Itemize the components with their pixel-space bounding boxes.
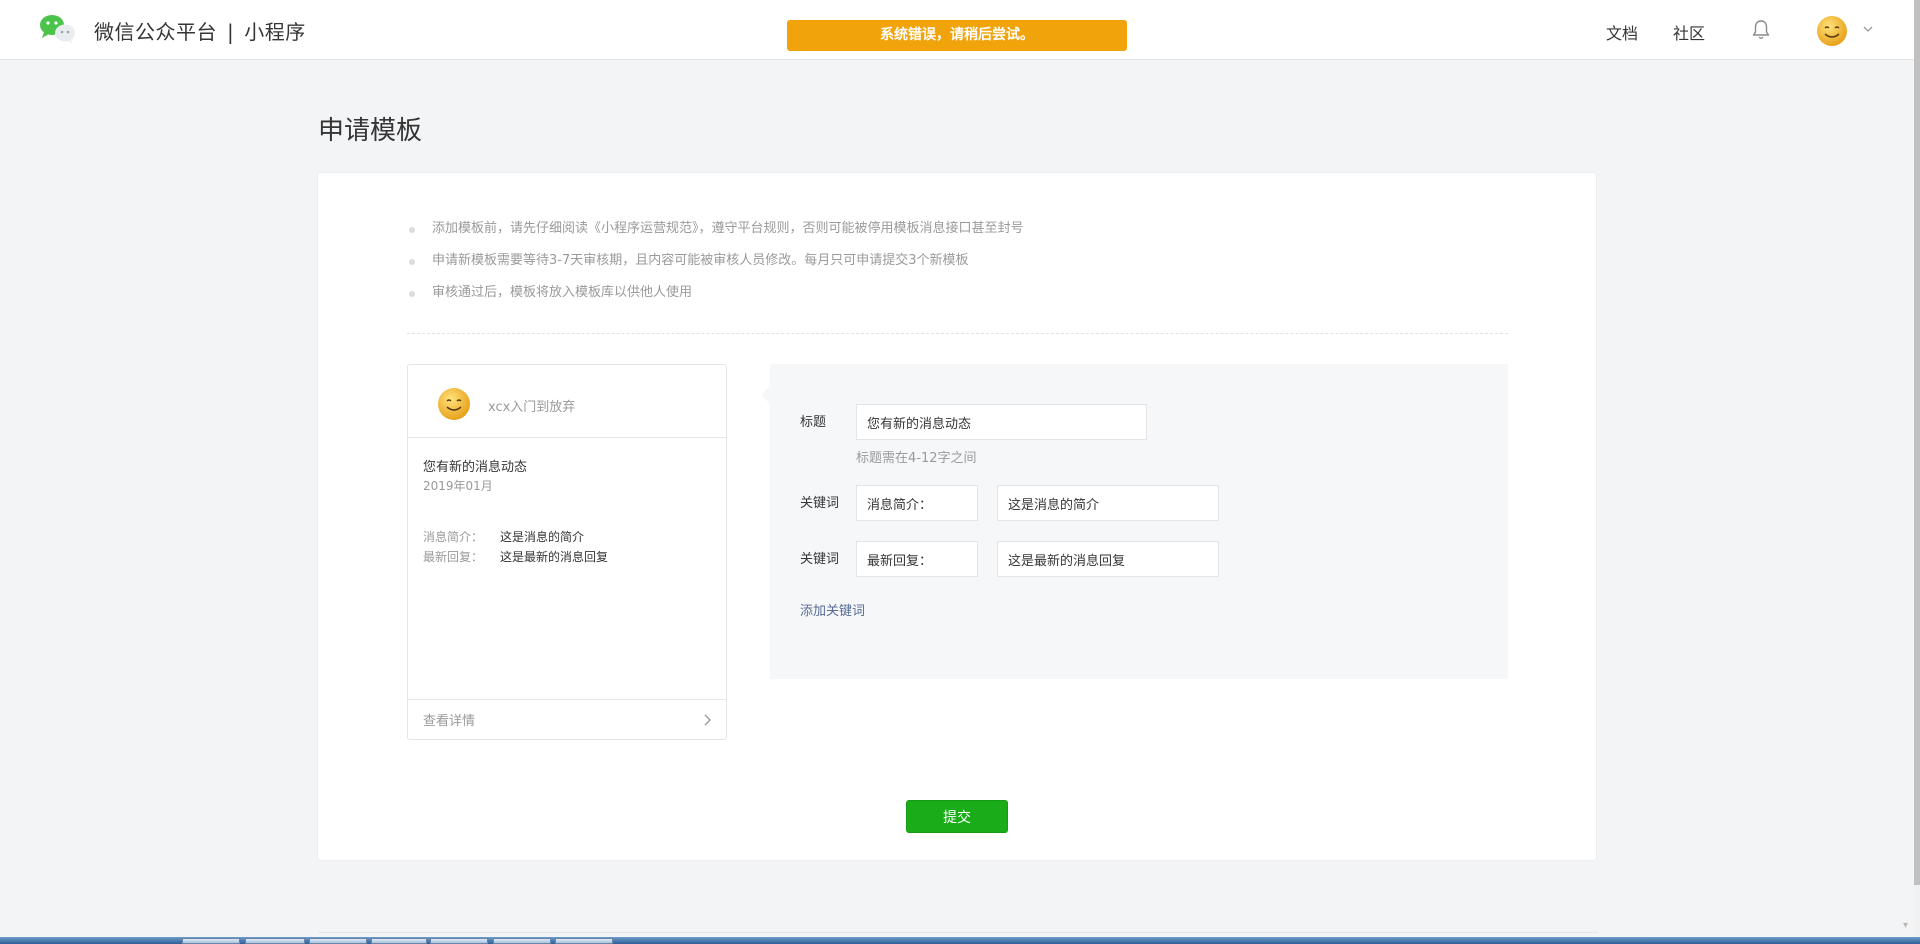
keyword-value-input[interactable] [997, 485, 1219, 521]
brand-title[interactable]: 微信公众平台 | 小程序 [94, 16, 306, 45]
preview-field-row: 消息简介： 这是消息的简介 [423, 528, 584, 545]
view-details-label: 查看详情 [423, 714, 476, 729]
top-header: 微信公众平台 | 小程序 系统错误，请稍后尝试。 文档 社区 [0, 0, 1914, 60]
title-label: 标题 [800, 415, 827, 430]
preview-field-value: 这是最新的消息回复 [500, 550, 609, 564]
keyword-value-input[interactable] [997, 541, 1219, 577]
keyword-label: 关键词 [800, 552, 840, 567]
panel-pointer [761, 386, 770, 404]
title-hint: 标题需在4-12字之间 [856, 451, 977, 466]
submit-button[interactable]: 提交 [906, 800, 1008, 833]
scroll-down-arrow-icon[interactable]: ▾ [1903, 920, 1913, 932]
add-keyword-link[interactable]: 添加关键词 [800, 600, 865, 619]
taskbar-button[interactable] [245, 938, 305, 944]
taskbar-button[interactable] [371, 938, 427, 944]
keyword-label: 关键词 [800, 496, 840, 511]
view-details-link[interactable]: 查看详情 [408, 699, 726, 739]
message-preview-card: xcx入门到放弃 您有新的消息动态 2019年01月 消息简介： 这是消息的简介 … [407, 364, 727, 740]
brand-separator: | [227, 20, 235, 44]
preview-header: xcx入门到放弃 [408, 365, 726, 438]
taskbar-button[interactable] [493, 938, 551, 944]
tip-item: 审核通过后，模板将放入模板库以供他人使用 [408, 283, 1024, 315]
page-scrollbar-thumb[interactable] [1914, 0, 1920, 885]
nav-community-link[interactable]: 社区 [1673, 20, 1705, 44]
footer-divider [318, 932, 1598, 933]
user-avatar-icon[interactable] [1816, 15, 1848, 47]
keyword-name-input[interactable] [856, 541, 978, 577]
taskbar-button[interactable] [555, 938, 613, 944]
chevron-down-icon[interactable] [1861, 22, 1875, 36]
template-application-card: 添加模板前，请先仔细阅读《小程序运营规范》，遵守平台规则，否则可能被停用模板消息… [317, 172, 1597, 861]
taskbar-button[interactable] [309, 938, 367, 944]
tip-item: 添加模板前，请先仔细阅读《小程序运营规范》，遵守平台规则，否则可能被停用模板消息… [408, 219, 1024, 251]
template-form-panel: 标题 标题需在4-12字之间 关键词 关键词 添加关键词 [770, 364, 1508, 679]
preview-message-title: 您有新的消息动态 [423, 460, 528, 475]
brand-name: 微信公众平台 [94, 20, 217, 44]
wechat-logo-icon[interactable] [38, 13, 76, 45]
page-title: 申请模板 [318, 116, 423, 146]
preview-field-key: 消息简介： [423, 530, 484, 544]
keyword-name-input[interactable] [856, 485, 978, 521]
taskbar-button[interactable] [430, 938, 488, 944]
preview-field-row: 最新回复： 这是最新的消息回复 [423, 548, 608, 565]
chevron-right-icon [704, 714, 711, 726]
account-avatar-icon [438, 388, 470, 420]
bell-icon[interactable] [1752, 19, 1770, 41]
preview-date: 2019年01月 [423, 479, 493, 493]
tip-item: 申请新模板需要等待3-7天审核期，且内容可能被审核人员修改。每月只可申请提交3个… [408, 251, 1024, 283]
preview-field-value: 这是消息的简介 [500, 530, 585, 544]
divider [407, 333, 1508, 334]
preview-field-key: 最新回复： [423, 550, 484, 564]
product-name: 小程序 [244, 20, 306, 44]
nav-docs-link[interactable]: 文档 [1606, 20, 1638, 44]
tips-list: 添加模板前，请先仔细阅读《小程序运营规范》，遵守平台规则，否则可能被停用模板消息… [408, 219, 1024, 315]
error-banner: 系统错误，请稍后尝试。 [787, 20, 1127, 51]
title-input[interactable] [856, 404, 1147, 440]
taskbar-button[interactable] [182, 938, 240, 944]
preview-account-name: xcx入门到放弃 [488, 400, 576, 415]
